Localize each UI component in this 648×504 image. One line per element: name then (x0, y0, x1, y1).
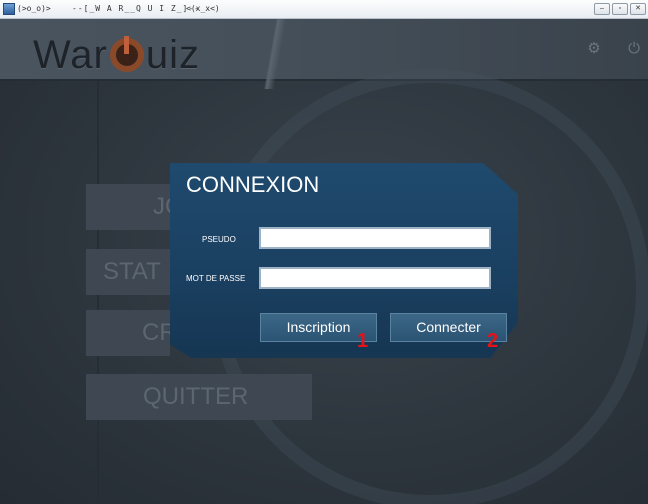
menu-item-stats[interactable]: STAT (86, 249, 170, 295)
window-title: --[_W A R__Q U I Z_]-- (72, 4, 200, 13)
menu-item-credits[interactable]: CRE (86, 310, 193, 356)
power-icon[interactable]: ⏻ (626, 41, 642, 57)
maximize-button[interactable]: ▫ (612, 3, 628, 15)
dialog-title: CONNEXION (186, 172, 320, 197)
menu-item-quit[interactable]: QUITTER (86, 374, 312, 420)
gear-icon[interactable]: ⚙ (586, 41, 602, 57)
pseudo-input[interactable] (259, 227, 491, 249)
logo-text-left: War (33, 33, 108, 77)
app-logo: War uiz (33, 33, 200, 78)
password-input[interactable] (259, 267, 491, 289)
close-button[interactable]: ✕ (630, 3, 646, 15)
window-title-right: <(x_x<) (186, 4, 220, 13)
window-titlebar: (>o_o)> --[_W A R__Q U I Z_]-- <(x_x<) –… (0, 0, 648, 19)
window-title-left: (>o_o)> (17, 4, 51, 13)
logo-power-icon (109, 36, 144, 72)
minimize-icon: – (600, 5, 604, 12)
annotation-marker-1: 1 (357, 330, 369, 352)
header-divider (255, 19, 295, 89)
app-icon (3, 3, 15, 15)
pseudo-label: PSEUDO (202, 235, 236, 244)
menu-item-play[interactable]: JO (86, 184, 184, 230)
password-label: MOT DE PASSE (186, 274, 246, 283)
maximize-icon: ▫ (618, 5, 622, 12)
minimize-button[interactable]: – (594, 3, 610, 15)
close-icon: ✕ (635, 5, 641, 12)
logo-text-right: uiz (145, 33, 200, 77)
annotation-marker-2: 2 (487, 330, 499, 352)
